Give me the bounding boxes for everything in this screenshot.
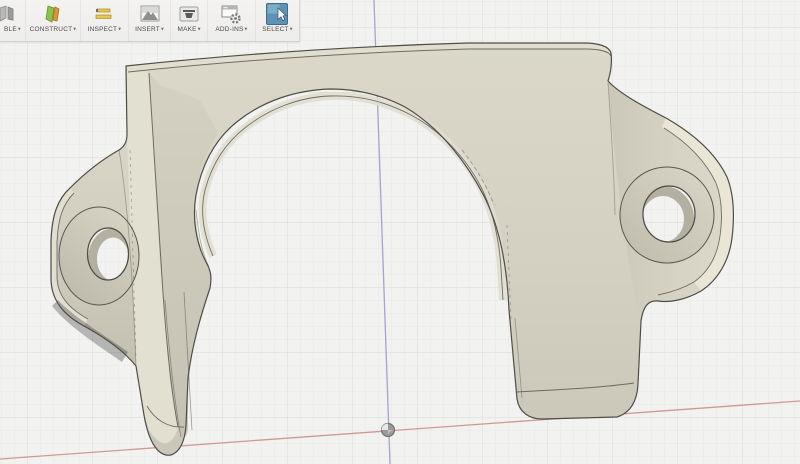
select-caret: ▾ — [289, 26, 293, 33]
inspect-label: INSPECT — [87, 26, 118, 33]
inspect-caret: ▾ — [118, 26, 122, 33]
ribbon-toolbar: BLE ▾ CONSTRUCT ▾ INSPECT ▾ INSERT ▾ MAK… — [0, 0, 300, 42]
fusion-viewport[interactable]: BLE ▾ CONSTRUCT ▾ INSPECT ▾ INSERT ▾ MAK… — [0, 0, 800, 464]
addins-window-gear-icon — [219, 2, 243, 26]
make-caret: ▾ — [197, 26, 201, 33]
construct-caret: ▾ — [73, 26, 77, 33]
select-label: SELECT — [262, 26, 289, 33]
addins-caret: ▾ — [244, 26, 248, 33]
insert-caret: ▾ — [160, 26, 164, 33]
construct-label: CONSTRUCT — [29, 26, 73, 33]
assemble-caret: ▾ — [17, 26, 21, 33]
toolbar-item-select[interactable]: SELECT ▾ — [256, 0, 299, 41]
insert-image-icon — [138, 2, 162, 26]
insert-label: INSERT — [135, 26, 160, 33]
model-canvas[interactable] — [0, 0, 800, 464]
toolbar-item-insert[interactable]: INSERT ▾ — [129, 0, 172, 41]
toolbar-item-addins[interactable]: ADD-INS ▾ — [208, 0, 256, 41]
assemble-icon — [0, 2, 24, 26]
construct-plane-icon — [41, 2, 65, 26]
addins-label: ADD-INS — [215, 26, 244, 33]
origin-indicator[interactable] — [380, 422, 396, 438]
toolbar-item-assemble[interactable]: BLE ▾ — [0, 0, 26, 41]
toolbar-item-construct[interactable]: CONSTRUCT ▾ — [26, 0, 82, 41]
make-printer-icon — [177, 2, 201, 26]
toolbar-item-inspect[interactable]: INSPECT ▾ — [81, 0, 129, 41]
toolbar-item-make[interactable]: MAKE ▾ — [171, 0, 209, 41]
assemble-label: BLE — [4, 26, 17, 33]
select-cursor-icon — [265, 2, 289, 26]
make-label: MAKE — [177, 26, 197, 33]
measure-icon — [92, 2, 116, 26]
